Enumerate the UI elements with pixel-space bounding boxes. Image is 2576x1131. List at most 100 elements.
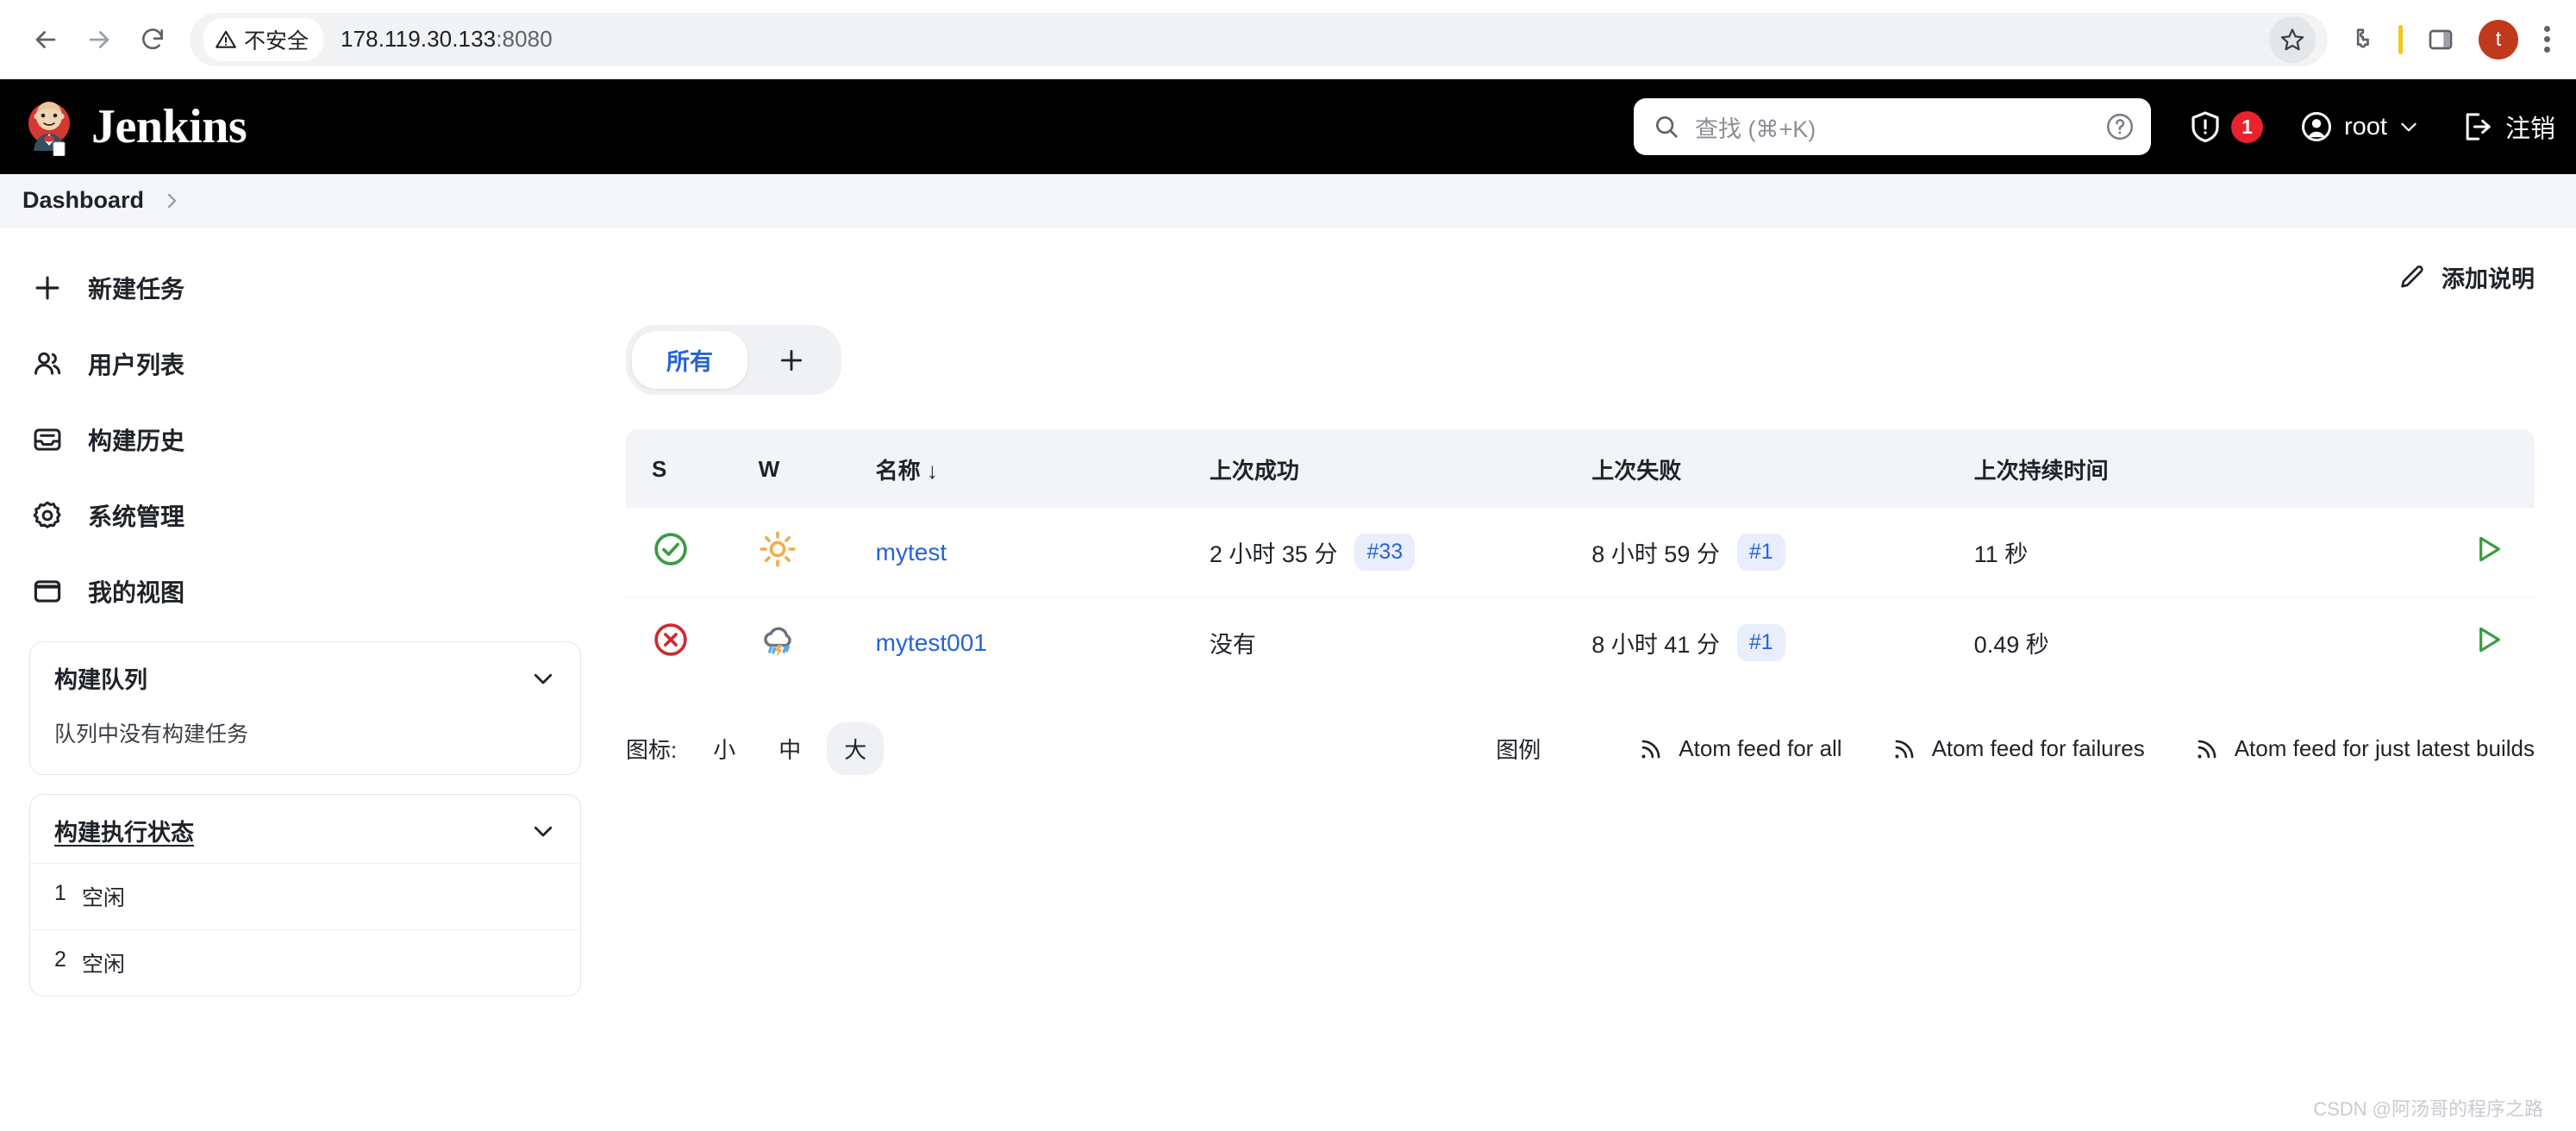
extensions-button[interactable] bbox=[2342, 21, 2379, 59]
forward-button[interactable] bbox=[72, 13, 126, 66]
cell-run-action bbox=[2394, 508, 2535, 597]
atom-feed-all-link[interactable]: Atom feed for all bbox=[1637, 735, 1842, 763]
jenkins-home-link[interactable]: Jenkins bbox=[22, 97, 247, 156]
logout-label: 注销 bbox=[2504, 116, 2555, 143]
legend-link[interactable]: 图例 bbox=[1496, 733, 1541, 765]
icon-size-small[interactable]: 小 bbox=[696, 722, 753, 775]
inbox-icon bbox=[29, 422, 66, 458]
shield-alert-icon bbox=[2191, 111, 2219, 143]
job-link[interactable]: mytest bbox=[876, 539, 947, 566]
back-arrow-icon bbox=[35, 30, 56, 48]
column-header-actions bbox=[2394, 429, 2535, 508]
cell-duration: 11 秒 bbox=[1973, 508, 2395, 597]
build-number-badge[interactable]: #33 bbox=[1354, 534, 1416, 571]
atom-feed-label: Atom feed for all bbox=[1679, 735, 1842, 761]
add-description-label: 添加说明 bbox=[2442, 266, 2535, 292]
sidebar-item-manage-jenkins[interactable]: 系统管理 bbox=[29, 490, 581, 541]
search-input[interactable]: 查找 (⌘+K) bbox=[1634, 98, 2151, 155]
chevron-down-icon bbox=[2401, 122, 2417, 132]
sidebar-item-new-job[interactable]: 新建任务 bbox=[29, 262, 581, 314]
cell-last-failure: 8 小时 59 分 #1 bbox=[1591, 508, 1974, 597]
bookmark-button[interactable] bbox=[2269, 16, 2316, 63]
executor-status-panel: 构建执行状态 1 空闲 2 空闲 bbox=[29, 794, 581, 997]
atom-feed-label: Atom feed for failures bbox=[1931, 735, 2145, 761]
build-queue-title: 构建队列 bbox=[54, 667, 147, 693]
jobs-table: S W 名称 ↓ 上次成功 上次失败 上次持续时间 mytest 2 小时 35… bbox=[626, 429, 2535, 688]
icon-size-large[interactable]: 大 bbox=[827, 722, 885, 775]
job-link[interactable]: mytest001 bbox=[876, 629, 987, 656]
breadcrumb: Dashboard bbox=[0, 174, 2576, 228]
executor-number: 2 bbox=[54, 947, 66, 972]
browser-menu-button[interactable] bbox=[2537, 26, 2557, 53]
status-success-check-icon[interactable] bbox=[652, 530, 690, 568]
bookmark-star-icon bbox=[2280, 28, 2304, 50]
add-view-button[interactable] bbox=[747, 335, 835, 385]
add-description-button[interactable]: 添加说明 bbox=[2398, 257, 2535, 294]
weather-sunny-icon[interactable] bbox=[759, 530, 797, 568]
last-failure-time: 8 小时 41 分 bbox=[1591, 632, 1720, 658]
build-queue-empty-text: 队列中没有构建任务 bbox=[54, 722, 249, 747]
user-name-label: root bbox=[2344, 112, 2387, 141]
weather-stormy-icon[interactable] bbox=[759, 620, 798, 659]
back-button[interactable] bbox=[19, 13, 72, 66]
cell-weather bbox=[758, 508, 876, 597]
url-display: 178.119.30.133:8080 bbox=[341, 26, 553, 53]
column-header-last-duration[interactable]: 上次持续时间 bbox=[1973, 429, 2395, 508]
icon-size-medium[interactable]: 中 bbox=[761, 722, 818, 775]
build-queue-header[interactable]: 构建队列 bbox=[30, 642, 580, 710]
tab-all[interactable]: 所有 bbox=[632, 331, 747, 389]
address-bar[interactable]: 不安全 178.119.30.133:8080 bbox=[190, 12, 2328, 66]
three-dot-menu-icon bbox=[2544, 26, 2550, 32]
executor-status-header[interactable]: 构建执行状态 bbox=[30, 795, 580, 863]
security-indicator[interactable]: 不安全 bbox=[203, 17, 324, 61]
atom-feed-failures-link[interactable]: Atom feed for failures bbox=[1891, 735, 2145, 763]
sidebar-item-people[interactable]: 用户列表 bbox=[29, 338, 581, 390]
atom-feed-label: Atom feed for just latest builds bbox=[2234, 735, 2535, 761]
page-body: 新建任务 用户列表 构建历史 系统管理 我的视图 构建队列 队列中没有构建任务 … bbox=[0, 228, 2576, 1130]
play-triangle-icon[interactable] bbox=[2471, 532, 2505, 566]
people-icon bbox=[29, 346, 66, 382]
column-header-status[interactable]: S bbox=[626, 429, 759, 508]
question-circle-icon[interactable] bbox=[2104, 111, 2135, 142]
chevron-down-icon[interactable] bbox=[530, 818, 556, 844]
chevron-down-icon[interactable] bbox=[530, 665, 556, 691]
security-warnings-button[interactable]: 1 bbox=[2187, 109, 2263, 145]
executor-status-title[interactable]: 构建执行状态 bbox=[54, 814, 194, 847]
rss-icon bbox=[1641, 740, 1660, 759]
logout-icon bbox=[2466, 113, 2491, 141]
column-header-last-failure[interactable]: 上次失败 bbox=[1591, 429, 1974, 508]
chevron-right-icon[interactable] bbox=[161, 191, 182, 211]
sidebar-item-my-views[interactable]: 我的视图 bbox=[29, 566, 581, 617]
header-actions: 1 root 注销 bbox=[2187, 109, 2555, 145]
jenkins-butler-logo-icon bbox=[28, 102, 70, 156]
icon-size-label: 图标: bbox=[626, 737, 678, 763]
sidebar-item-build-history[interactable]: 构建历史 bbox=[29, 414, 581, 466]
column-header-weather[interactable]: W bbox=[758, 429, 876, 508]
build-number-badge[interactable]: #1 bbox=[1736, 534, 1785, 571]
play-triangle-icon[interactable] bbox=[2471, 622, 2505, 657]
executor-row[interactable]: 2 空闲 bbox=[30, 929, 580, 996]
url-port: :8080 bbox=[496, 26, 553, 52]
logout-button[interactable]: 注销 bbox=[2460, 109, 2555, 145]
user-menu-button[interactable]: root bbox=[2299, 109, 2420, 144]
atom-feed-latest-link[interactable]: Atom feed for just latest builds bbox=[2193, 735, 2535, 763]
last-failure-time: 8 小时 59 分 bbox=[1591, 541, 1720, 567]
cell-last-success: 2 小时 35 分 #33 bbox=[1209, 508, 1592, 597]
reload-button[interactable] bbox=[126, 13, 179, 66]
breadcrumb-item-dashboard[interactable]: Dashboard bbox=[22, 187, 144, 214]
column-header-last-success[interactable]: 上次成功 bbox=[1209, 429, 1592, 508]
executor-row[interactable]: 1 空闲 bbox=[30, 863, 580, 929]
table-header-row: S W 名称 ↓ 上次成功 上次失败 上次持续时间 bbox=[626, 429, 2535, 508]
status-failed-x-icon[interactable] bbox=[652, 621, 690, 659]
profile-avatar[interactable]: t bbox=[2479, 19, 2518, 59]
executor-number: 1 bbox=[54, 881, 66, 905]
side-panel-button[interactable] bbox=[2422, 21, 2460, 59]
cell-weather bbox=[758, 597, 876, 688]
executor-state: 空闲 bbox=[81, 953, 125, 977]
icon-size-selector: 图标: 小 中 大 bbox=[626, 722, 885, 775]
window-icon bbox=[29, 573, 66, 609]
warning-triangle-icon bbox=[216, 30, 236, 48]
column-header-name[interactable]: 名称 ↓ bbox=[875, 429, 1210, 508]
view-tabs: 所有 bbox=[626, 325, 841, 395]
build-number-badge[interactable]: #1 bbox=[1736, 624, 1785, 661]
